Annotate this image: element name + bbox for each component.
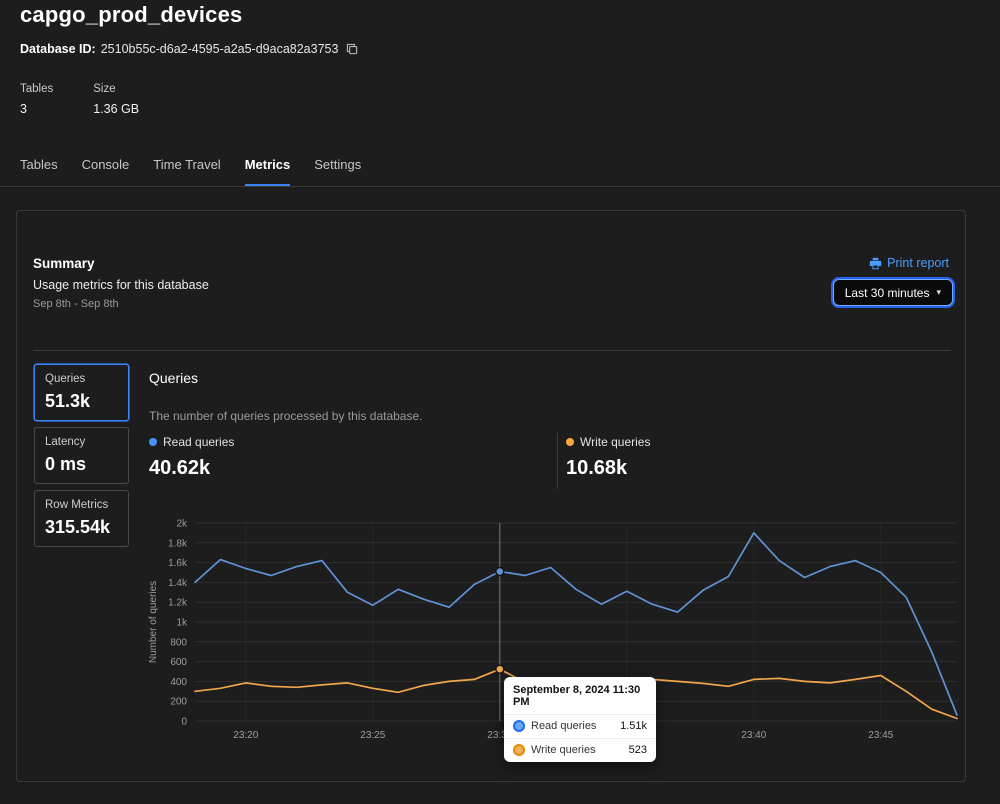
metric-card-value: 315.54k [45,517,118,538]
tab-settings[interactable]: Settings [314,157,361,186]
summary-heading: Summary [33,256,95,271]
print-report-label: Print report [887,256,949,270]
read-queries-value: 40.62k [149,457,234,480]
tooltip-row-write: Write queries 523 [504,738,656,762]
svg-text:23:45: 23:45 [868,730,893,741]
tooltip-timestamp: September 8, 2024 11:30 PM [504,677,656,714]
stat-tables: Tables 3 [20,83,53,116]
metric-card-label: Latency [45,436,118,448]
write-marker-icon [513,744,525,756]
stat-value: 1.36 GB [93,102,139,116]
stat-size: Size 1.36 GB [93,83,139,116]
tooltip-write-label: Write queries [531,744,623,756]
tab-tables[interactable]: Tables [20,157,58,186]
svg-text:23:20: 23:20 [233,730,258,741]
svg-text:800: 800 [170,637,187,648]
summary-date-range: Sep 8th - Sep 8th [33,298,119,310]
metric-card-value: 51.3k [45,391,118,412]
tab-bar: Tables Console Time Travel Metrics Setti… [0,157,1000,187]
database-id-value: 2510b55c-d6a2-4595-a2a5-d9aca82a3753 [101,42,339,56]
copy-icon[interactable] [346,43,358,55]
metrics-panel: Summary Usage metrics for this database … [16,210,966,782]
svg-text:Number of queries: Number of queries [148,581,159,663]
database-detail-page: capgo_prod_devices Database ID: 2510b55c… [0,0,1000,804]
svg-text:0: 0 [181,717,187,728]
queries-section-title: Queries [149,370,198,386]
page-title: capgo_prod_devices [20,2,242,28]
svg-text:23:25: 23:25 [360,730,385,741]
write-queries-stat: Write queries 10.68k [566,435,650,480]
printer-icon [869,257,882,270]
metric-card-row-metrics[interactable]: Row Metrics 315.54k [34,490,129,547]
svg-text:2k: 2k [176,519,188,530]
tab-time-travel[interactable]: Time Travel [153,157,220,186]
summary-subtitle: Usage metrics for this database [33,278,209,292]
tooltip-row-read: Read queries 1.51k [504,714,656,738]
tooltip-read-value: 1.51k [620,720,647,732]
tab-console[interactable]: Console [82,157,130,186]
tab-metrics[interactable]: Metrics [245,157,291,186]
time-range-label: Last 30 minutes [845,286,930,300]
metric-card-label: Row Metrics [45,499,118,511]
read-series-dot-icon [149,438,157,446]
metric-card-label: Queries [45,373,118,385]
svg-text:200: 200 [170,697,187,708]
metric-card-latency[interactable]: Latency 0 ms [34,427,129,484]
chart-tooltip: September 8, 2024 11:30 PM Read queries … [504,677,656,762]
svg-text:1.4k: 1.4k [168,578,188,589]
svg-text:1k: 1k [176,618,188,629]
svg-text:23:40: 23:40 [741,730,766,741]
stat-label: Tables [20,83,53,95]
queries-section-description: The number of queries processed by this … [149,409,423,423]
panel-divider [33,350,951,351]
stat-value: 3 [20,102,53,116]
tooltip-read-label: Read queries [531,720,614,732]
svg-text:600: 600 [170,657,187,668]
svg-text:400: 400 [170,677,187,688]
stat-label: Size [93,83,139,95]
metric-card-queries[interactable]: Queries 51.3k [34,364,129,421]
metric-card-value: 0 ms [45,454,118,475]
database-id-row: Database ID: 2510b55c-d6a2-4595-a2a5-d9a… [20,42,358,56]
metric-card-list: Queries 51.3k Latency 0 ms Row Metrics 3… [34,364,129,547]
legend-separator [557,433,558,489]
read-queries-stat: Read queries 40.62k [149,435,234,480]
database-stats: Tables 3 Size 1.36 GB [20,83,139,116]
write-series-dot-icon [566,438,574,446]
svg-text:1.2k: 1.2k [168,598,188,609]
time-range-dropdown[interactable]: Last 30 minutes ▾ [833,279,953,306]
chevron-down-icon: ▾ [936,287,941,298]
write-queries-value: 10.68k [566,457,650,480]
write-queries-label: Write queries [580,435,650,449]
svg-text:1.8k: 1.8k [168,538,188,549]
read-marker-icon [513,720,525,732]
svg-text:1.6k: 1.6k [168,558,188,569]
print-report-link[interactable]: Print report [869,256,949,270]
read-queries-label: Read queries [163,435,234,449]
database-id-label: Database ID: [20,42,96,56]
tooltip-write-value: 523 [629,744,647,756]
